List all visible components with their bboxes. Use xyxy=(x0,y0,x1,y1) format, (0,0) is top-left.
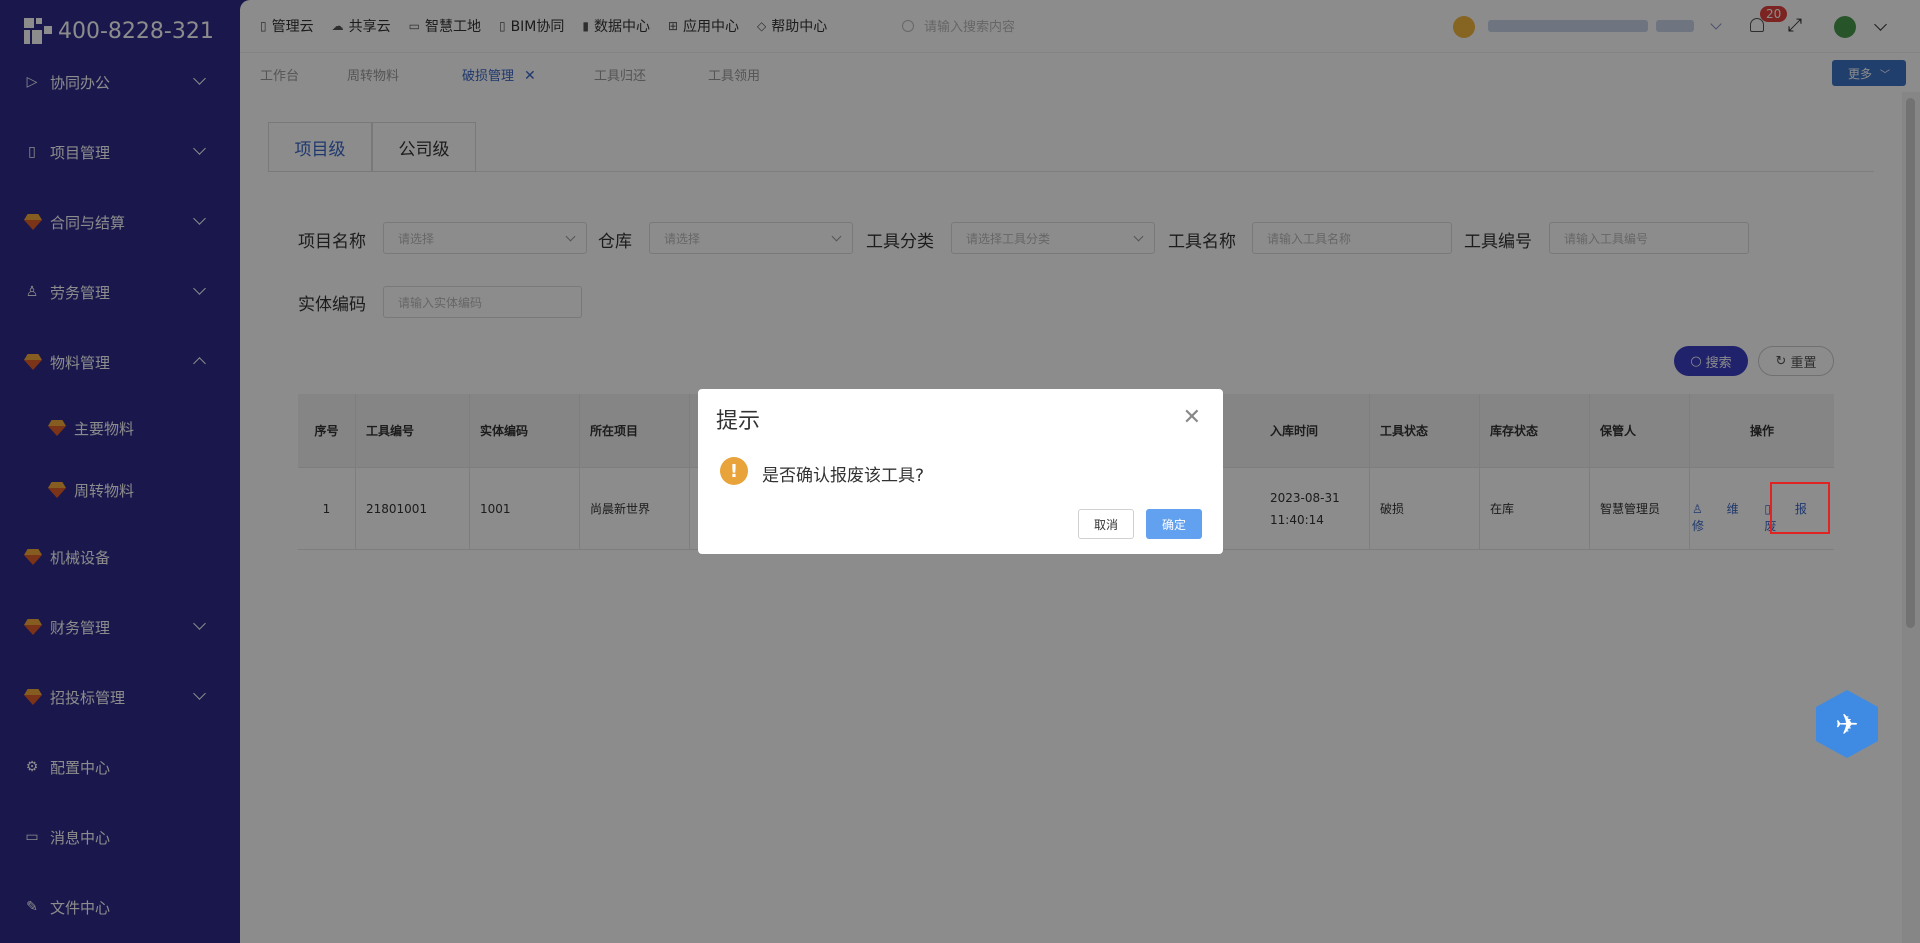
highlight-box xyxy=(1770,482,1830,534)
confirm-dialog: 提示 ✕ ! 是否确认报废该工具? 取消 确定 xyxy=(698,389,1223,554)
warning-icon: ! xyxy=(720,457,748,485)
cancel-button[interactable]: 取消 xyxy=(1078,509,1134,539)
close-icon[interactable]: ✕ xyxy=(1183,407,1201,429)
dialog-message: 是否确认报废该工具? xyxy=(762,466,925,486)
confirm-button[interactable]: 确定 xyxy=(1146,509,1202,539)
dialog-title: 提示 xyxy=(716,409,761,434)
